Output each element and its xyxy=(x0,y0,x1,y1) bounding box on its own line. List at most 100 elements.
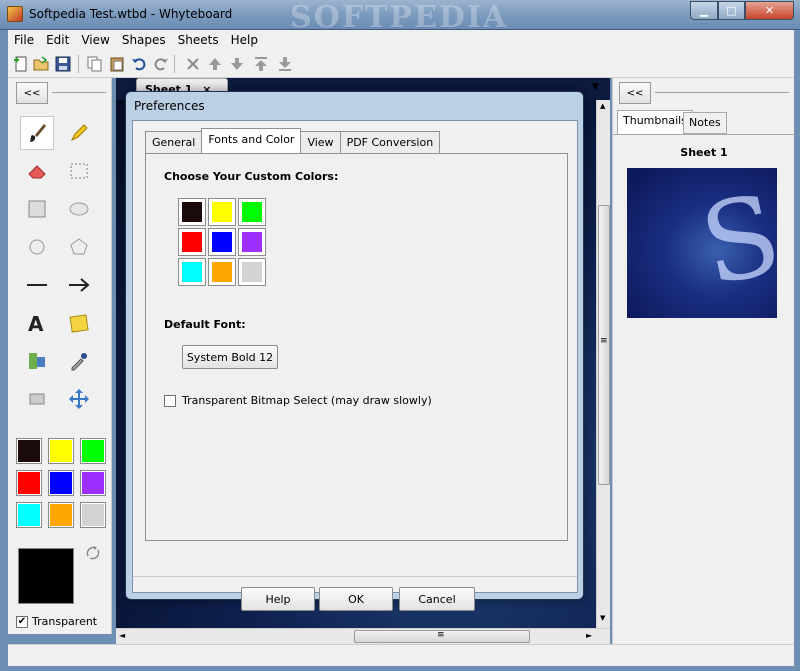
move-down-icon[interactable] xyxy=(228,55,246,73)
move-top-icon[interactable] xyxy=(252,55,270,73)
svg-text:A: A xyxy=(28,312,44,334)
sheet-thumbnail[interactable]: S xyxy=(627,168,791,318)
scroll-up-icon[interactable]: ▲ xyxy=(600,102,605,110)
transparent-checkbox[interactable]: ✔ xyxy=(16,616,28,628)
custom-color-swatch[interactable] xyxy=(208,198,236,226)
paste-icon[interactable] xyxy=(108,55,126,73)
palette-swatch[interactable] xyxy=(48,502,74,528)
menu-help[interactable]: Help xyxy=(225,33,264,47)
eraser-icon[interactable] xyxy=(20,154,54,188)
palette-swatch[interactable] xyxy=(16,470,42,496)
swatch-fill xyxy=(242,262,262,282)
preferences-dialog: Preferences General Fonts and Color View… xyxy=(125,91,584,611)
ellipse-icon[interactable] xyxy=(62,192,96,226)
vertical-scroll-thumb[interactable]: ≡ xyxy=(598,205,610,485)
arrow-icon[interactable] xyxy=(62,268,96,302)
palette-swatch[interactable] xyxy=(16,502,42,528)
transparent-bitmap-checkbox[interactable] xyxy=(164,395,176,407)
menu-edit[interactable]: Edit xyxy=(40,33,75,47)
swap-icon[interactable] xyxy=(84,544,102,562)
circle-icon[interactable] xyxy=(20,230,54,264)
eyedropper-icon[interactable] xyxy=(62,344,96,378)
maximize-button[interactable]: □ xyxy=(718,1,745,20)
swatch-fill xyxy=(182,262,202,282)
custom-color-swatch[interactable] xyxy=(178,258,206,286)
swatch-fill xyxy=(182,202,202,222)
tab-general[interactable]: General xyxy=(145,131,203,153)
horizontal-scrollbar[interactable]: ◄ ≡ ► xyxy=(116,628,610,644)
note-icon[interactable] xyxy=(62,306,96,340)
transparent-label: Transparent xyxy=(32,615,98,628)
menu-view[interactable]: View xyxy=(75,33,115,47)
undo-icon[interactable] xyxy=(130,55,148,73)
palette-swatch[interactable] xyxy=(80,502,106,528)
current-color-swatch[interactable] xyxy=(18,548,74,604)
move-up-icon[interactable] xyxy=(206,55,224,73)
font-chooser-button[interactable]: System Bold 12 xyxy=(182,345,278,369)
window-title: Softpedia Test.wtbd - Whyteboard xyxy=(29,7,233,21)
horizontal-scroll-thumb[interactable]: ≡ xyxy=(354,630,530,643)
tab-view[interactable]: View xyxy=(300,131,341,153)
custom-color-swatch[interactable] xyxy=(238,198,266,226)
tab-pdf-conversion[interactable]: PDF Conversion xyxy=(339,131,441,153)
divider xyxy=(613,134,795,135)
line-icon[interactable] xyxy=(20,268,54,302)
ok-button[interactable]: OK xyxy=(319,587,393,611)
text-icon[interactable]: A xyxy=(20,306,54,340)
menu-file[interactable]: File xyxy=(8,33,40,47)
custom-color-swatch[interactable] xyxy=(178,198,206,226)
close-button[interactable]: ✕ xyxy=(745,1,794,20)
status-bar xyxy=(8,644,794,666)
polygon-icon[interactable] xyxy=(62,230,96,264)
copy-icon[interactable] xyxy=(86,55,104,73)
tool-panel: << A ✔ Transparent xyxy=(8,78,112,634)
highlighter-icon[interactable] xyxy=(62,116,96,150)
save-icon[interactable] xyxy=(54,55,72,73)
tab-dropdown-icon[interactable]: ▼ xyxy=(592,82,599,92)
redo-icon[interactable] xyxy=(152,55,170,73)
menu-sheets[interactable]: Sheets xyxy=(172,33,225,47)
image-select-icon[interactable] xyxy=(20,382,54,416)
thumbnail-art: S xyxy=(690,169,791,311)
custom-color-swatch[interactable] xyxy=(208,228,236,256)
palette-swatch[interactable] xyxy=(16,438,42,464)
new-icon[interactable] xyxy=(12,55,30,73)
rectangle-icon[interactable] xyxy=(20,192,54,226)
app-icon xyxy=(7,6,23,22)
tab-thumbnails[interactable]: Thumbnails xyxy=(617,110,693,134)
open-icon[interactable] xyxy=(32,55,50,73)
tab-notes[interactable]: Notes xyxy=(683,112,727,134)
fonts-and-color-panel: Choose Your Custom Colors: Default Font:… xyxy=(145,153,568,541)
custom-color-swatch[interactable] xyxy=(238,258,266,286)
move-icon[interactable] xyxy=(62,382,96,416)
custom-color-swatch[interactable] xyxy=(208,258,236,286)
custom-color-swatch[interactable] xyxy=(238,228,266,256)
palette-swatch[interactable] xyxy=(80,470,106,496)
palette-swatch[interactable] xyxy=(80,438,106,464)
dialog-body: General Fonts and Color View PDF Convers… xyxy=(132,120,578,611)
brush-icon[interactable] xyxy=(20,116,54,150)
palette-swatch[interactable] xyxy=(48,470,74,496)
select-rect-icon[interactable] xyxy=(62,154,96,188)
default-font-label: Default Font: xyxy=(164,318,246,331)
menu-shapes[interactable]: Shapes xyxy=(116,33,172,47)
palette-swatch[interactable] xyxy=(48,438,74,464)
move-bottom-icon[interactable] xyxy=(276,55,294,73)
minimize-button[interactable]: ▁ xyxy=(690,1,718,20)
vertical-scrollbar[interactable]: ▲ ≡ ▼ xyxy=(596,100,610,628)
cancel-button[interactable]: Cancel xyxy=(399,587,475,611)
collapse-right-button[interactable]: << xyxy=(619,82,651,104)
collapse-left-button[interactable]: << xyxy=(16,82,48,104)
custom-color-swatch[interactable] xyxy=(178,228,206,256)
media-icon[interactable] xyxy=(20,344,54,378)
scroll-right-icon[interactable]: ► xyxy=(586,631,592,640)
swatch-fill xyxy=(242,202,262,222)
delete-icon[interactable] xyxy=(184,55,202,73)
transparent-bitmap-label: Transparent Bitmap Select (may draw slow… xyxy=(182,394,432,407)
help-button[interactable]: Help xyxy=(241,587,315,611)
toolbar xyxy=(8,50,794,78)
title-bar: Softpedia Test.wtbd - Whyteboard SOFTPED… xyxy=(0,0,800,35)
scroll-left-icon[interactable]: ◄ xyxy=(119,631,125,640)
scroll-down-icon[interactable]: ▼ xyxy=(600,614,605,622)
tab-fonts-and-color[interactable]: Fonts and Color xyxy=(201,128,302,153)
